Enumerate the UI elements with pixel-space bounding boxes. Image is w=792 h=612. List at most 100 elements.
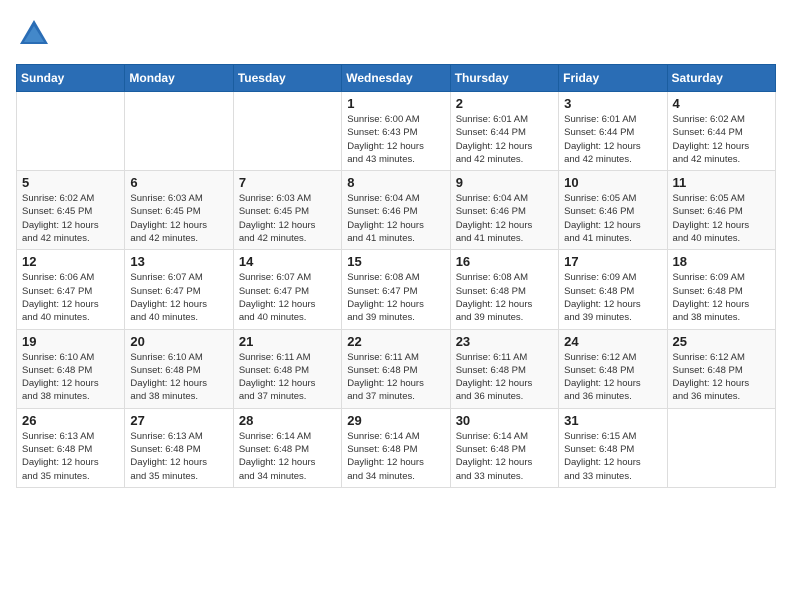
day-number: 28 xyxy=(239,413,336,428)
col-header-friday: Friday xyxy=(559,65,667,92)
day-info: Sunrise: 6:13 AM Sunset: 6:48 PM Dayligh… xyxy=(22,430,119,483)
day-cell: 13 Sunrise: 6:07 AM Sunset: 6:47 PM Dayli… xyxy=(125,250,233,329)
day-cell: 14Sunrise: 6:07 AM Sunset: 6:47 PM Dayli… xyxy=(233,250,341,329)
page-header xyxy=(16,16,776,52)
day-number: 22 xyxy=(347,334,444,349)
col-header-monday: Monday xyxy=(125,65,233,92)
day-number: 21 xyxy=(239,334,336,349)
week-row-5: 26Sunrise: 6:13 AM Sunset: 6:48 PM Dayli… xyxy=(17,408,776,487)
day-number: 1 xyxy=(347,96,444,111)
day-cell: 8 Sunrise: 6:04 AM Sunset: 6:46 PM Daylig… xyxy=(342,171,450,250)
day-cell: 20 Sunrise: 6:10 AM Sunset: 6:48 PM Dayli… xyxy=(125,329,233,408)
day-number: 20 xyxy=(130,334,227,349)
day-info: Sunrise: 6:10 AM Sunset: 6:48 PM Dayligh… xyxy=(130,351,227,404)
col-header-saturday: Saturday xyxy=(667,65,775,92)
day-cell: 19 Sunrise: 6:10 AM Sunset: 6:48 PM Dayli… xyxy=(17,329,125,408)
day-cell: 26Sunrise: 6:13 AM Sunset: 6:48 PM Dayli… xyxy=(17,408,125,487)
day-cell: 18 Sunrise: 6:09 AM Sunset: 6:48 PM Dayli… xyxy=(667,250,775,329)
day-info: Sunrise: 6:10 AM Sunset: 6:48 PM Dayligh… xyxy=(22,351,119,404)
day-number: 8 xyxy=(347,175,444,190)
logo xyxy=(16,16,56,52)
day-cell: 4 Sunrise: 6:02 AM Sunset: 6:44 PM Daylig… xyxy=(667,92,775,171)
day-number: 18 xyxy=(673,254,770,269)
day-cell: 10 Sunrise: 6:05 AM Sunset: 6:46 PM Dayli… xyxy=(559,171,667,250)
day-info: Sunrise: 6:14 AM Sunset: 6:48 PM Dayligh… xyxy=(456,430,553,483)
day-info: Sunrise: 6:12 AM Sunset: 6:48 PM Dayligh… xyxy=(564,351,661,404)
day-number: 13 xyxy=(130,254,227,269)
day-number: 3 xyxy=(564,96,661,111)
day-cell: 21 Sunrise: 6:11 AM Sunset: 6:48 PM Dayli… xyxy=(233,329,341,408)
day-info: Sunrise: 6:11 AM Sunset: 6:48 PM Dayligh… xyxy=(347,351,444,404)
day-number: 7 xyxy=(239,175,336,190)
day-number: 17 xyxy=(564,254,661,269)
day-cell: 9 Sunrise: 6:04 AM Sunset: 6:46 PM Daylig… xyxy=(450,171,558,250)
day-cell: 7 Sunrise: 6:03 AM Sunset: 6:45 PM Daylig… xyxy=(233,171,341,250)
day-number: 15 xyxy=(347,254,444,269)
day-info: Sunrise: 6:12 AM Sunset: 6:48 PM Dayligh… xyxy=(673,351,770,404)
day-info: Sunrise: 6:07 AM Sunset: 6:47 PM Dayligh… xyxy=(239,271,336,324)
col-header-thursday: Thursday xyxy=(450,65,558,92)
day-info: Sunrise: 6:01 AM Sunset: 6:44 PM Dayligh… xyxy=(456,113,553,166)
day-info: Sunrise: 6:04 AM Sunset: 6:46 PM Dayligh… xyxy=(347,192,444,245)
day-number: 30 xyxy=(456,413,553,428)
day-number: 2 xyxy=(456,96,553,111)
day-info: Sunrise: 6:14 AM Sunset: 6:48 PM Dayligh… xyxy=(347,430,444,483)
day-number: 5 xyxy=(22,175,119,190)
day-info: Sunrise: 6:14 AM Sunset: 6:48 PM Dayligh… xyxy=(239,430,336,483)
day-number: 24 xyxy=(564,334,661,349)
col-header-sunday: Sunday xyxy=(17,65,125,92)
day-info: Sunrise: 6:05 AM Sunset: 6:46 PM Dayligh… xyxy=(564,192,661,245)
day-number: 27 xyxy=(130,413,227,428)
day-number: 11 xyxy=(673,175,770,190)
week-row-3: 12 Sunrise: 6:06 AM Sunset: 6:47 PM Dayli… xyxy=(17,250,776,329)
day-info: Sunrise: 6:07 AM Sunset: 6:47 PM Dayligh… xyxy=(130,271,227,324)
day-cell: 2 Sunrise: 6:01 AM Sunset: 6:44 PM Daylig… xyxy=(450,92,558,171)
day-number: 19 xyxy=(22,334,119,349)
day-cell xyxy=(233,92,341,171)
day-number: 4 xyxy=(673,96,770,111)
day-cell: 29 Sunrise: 6:14 AM Sunset: 6:48 PM Dayli… xyxy=(342,408,450,487)
day-info: Sunrise: 6:09 AM Sunset: 6:48 PM Dayligh… xyxy=(673,271,770,324)
day-info: Sunrise: 6:08 AM Sunset: 6:47 PM Dayligh… xyxy=(347,271,444,324)
day-info: Sunrise: 6:03 AM Sunset: 6:45 PM Dayligh… xyxy=(239,192,336,245)
day-number: 29 xyxy=(347,413,444,428)
day-info: Sunrise: 6:11 AM Sunset: 6:48 PM Dayligh… xyxy=(239,351,336,404)
day-info: Sunrise: 6:06 AM Sunset: 6:47 PM Dayligh… xyxy=(22,271,119,324)
week-row-2: 5 Sunrise: 6:02 AM Sunset: 6:45 PM Daylig… xyxy=(17,171,776,250)
day-number: 9 xyxy=(456,175,553,190)
day-info: Sunrise: 6:03 AM Sunset: 6:45 PM Dayligh… xyxy=(130,192,227,245)
day-cell: 25Sunrise: 6:12 AM Sunset: 6:48 PM Dayli… xyxy=(667,329,775,408)
day-info: Sunrise: 6:02 AM Sunset: 6:45 PM Dayligh… xyxy=(22,192,119,245)
day-cell: 5 Sunrise: 6:02 AM Sunset: 6:45 PM Daylig… xyxy=(17,171,125,250)
week-row-4: 19 Sunrise: 6:10 AM Sunset: 6:48 PM Dayli… xyxy=(17,329,776,408)
day-number: 12 xyxy=(22,254,119,269)
day-cell: 28 Sunrise: 6:14 AM Sunset: 6:48 PM Dayli… xyxy=(233,408,341,487)
day-cell: 31Sunrise: 6:15 AM Sunset: 6:48 PM Dayli… xyxy=(559,408,667,487)
calendar-header-row: SundayMondayTuesdayWednesdayThursdayFrid… xyxy=(17,65,776,92)
day-cell xyxy=(125,92,233,171)
calendar-table: SundayMondayTuesdayWednesdayThursdayFrid… xyxy=(16,64,776,488)
day-cell: 24 Sunrise: 6:12 AM Sunset: 6:48 PM Dayli… xyxy=(559,329,667,408)
day-info: Sunrise: 6:04 AM Sunset: 6:46 PM Dayligh… xyxy=(456,192,553,245)
logo-icon xyxy=(16,16,52,52)
day-cell: 22 Sunrise: 6:11 AM Sunset: 6:48 PM Dayli… xyxy=(342,329,450,408)
day-info: Sunrise: 6:11 AM Sunset: 6:48 PM Dayligh… xyxy=(456,351,553,404)
day-number: 31 xyxy=(564,413,661,428)
day-info: Sunrise: 6:13 AM Sunset: 6:48 PM Dayligh… xyxy=(130,430,227,483)
day-cell xyxy=(17,92,125,171)
day-cell xyxy=(667,408,775,487)
day-info: Sunrise: 6:00 AM Sunset: 6:43 PM Dayligh… xyxy=(347,113,444,166)
day-cell: 15 Sunrise: 6:08 AM Sunset: 6:47 PM Dayli… xyxy=(342,250,450,329)
day-info: Sunrise: 6:09 AM Sunset: 6:48 PM Dayligh… xyxy=(564,271,661,324)
day-number: 23 xyxy=(456,334,553,349)
day-cell: 3 Sunrise: 6:01 AM Sunset: 6:44 PM Daylig… xyxy=(559,92,667,171)
day-number: 10 xyxy=(564,175,661,190)
day-cell: 16Sunrise: 6:08 AM Sunset: 6:48 PM Dayli… xyxy=(450,250,558,329)
day-cell: 30 Sunrise: 6:14 AM Sunset: 6:48 PM Dayli… xyxy=(450,408,558,487)
day-info: Sunrise: 6:08 AM Sunset: 6:48 PM Dayligh… xyxy=(456,271,553,324)
day-cell: 27 Sunrise: 6:13 AM Sunset: 6:48 PM Dayli… xyxy=(125,408,233,487)
col-header-tuesday: Tuesday xyxy=(233,65,341,92)
day-info: Sunrise: 6:02 AM Sunset: 6:44 PM Dayligh… xyxy=(673,113,770,166)
day-cell: 6Sunrise: 6:03 AM Sunset: 6:45 PM Daylig… xyxy=(125,171,233,250)
day-info: Sunrise: 6:01 AM Sunset: 6:44 PM Dayligh… xyxy=(564,113,661,166)
